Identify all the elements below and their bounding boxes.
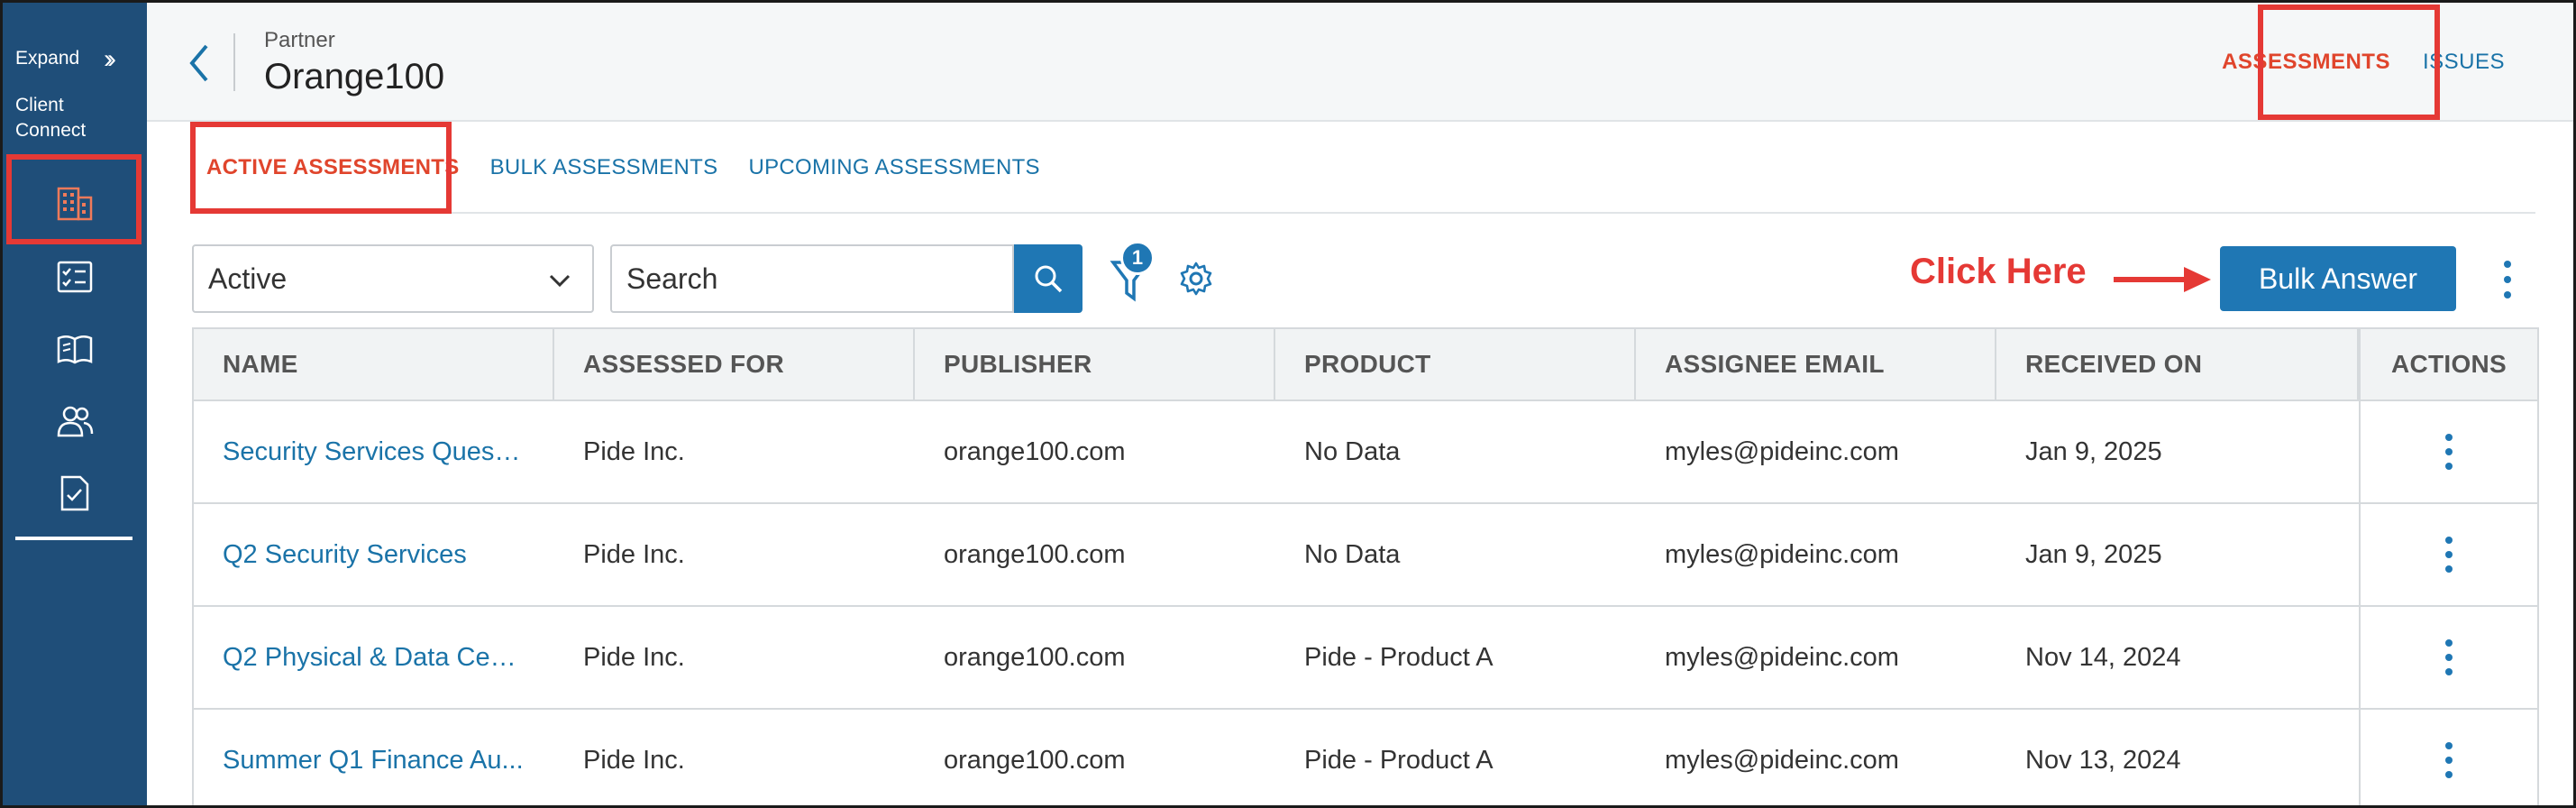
- sidebar-item-partners[interactable]: [3, 167, 147, 239]
- column-header-actions: ACTIONS: [2359, 329, 2537, 399]
- breadcrumb: Partner: [264, 28, 335, 52]
- chevron-down-icon: [549, 274, 571, 288]
- search-placeholder: Search: [626, 262, 718, 295]
- received-on-cell: Nov 14, 2024: [2025, 642, 2181, 672]
- click-here-annotation: Click Here: [1910, 252, 2087, 291]
- assessment-name-link[interactable]: Summer Q1 Finance Au...: [194, 710, 554, 805]
- assignee-email-cell: myles@pideinc.com: [1665, 642, 1899, 672]
- search-input[interactable]: Search: [610, 244, 1014, 313]
- table-header: NAME ASSESSED FOR PUBLISHER PRODUCT ASSI…: [194, 329, 2537, 401]
- sidebar-item-assessments[interactable]: [3, 241, 147, 313]
- assessments-table: NAME ASSESSED FOR PUBLISHER PRODUCT ASSI…: [192, 327, 2539, 805]
- column-header-name[interactable]: NAME: [194, 329, 554, 399]
- publisher-cell: orange100.com: [944, 642, 1126, 672]
- column-header-publisher[interactable]: PUBLISHER: [915, 329, 1275, 399]
- more-options-icon[interactable]: [2440, 432, 2458, 472]
- search-button[interactable]: [1014, 244, 1082, 313]
- assessed-for-cell: Pide Inc.: [583, 745, 685, 775]
- back-arrow-icon[interactable]: [185, 41, 212, 86]
- row-actions: [2359, 401, 2537, 502]
- filter-count-badge: 1: [1120, 241, 1155, 275]
- assessed-for-cell: Pide Inc.: [583, 642, 685, 672]
- more-options-icon[interactable]: [2494, 257, 2521, 302]
- publisher-cell: orange100.com: [944, 539, 1126, 569]
- sidebar: Expand ›› Client Connect: [3, 3, 147, 805]
- table-row: Summer Q1 Finance Au... Pide Inc. orange…: [194, 710, 2537, 805]
- active-assessments-highlight: [190, 122, 452, 214]
- product-cell: Pide - Product A: [1304, 642, 1494, 672]
- assessment-name-link[interactable]: Q2 Physical & Data Cen...: [194, 607, 554, 708]
- column-header-assignee-email[interactable]: ASSIGNEE EMAIL: [1636, 329, 1996, 399]
- publisher-cell: orange100.com: [944, 745, 1126, 775]
- bulk-answer-button[interactable]: Bulk Answer: [2220, 246, 2456, 311]
- arrow-right-icon: [2114, 267, 2211, 292]
- received-on-cell: Jan 9, 2025: [2025, 436, 2162, 466]
- building-icon: [57, 187, 93, 221]
- client-connect-label: Client Connect: [15, 95, 87, 141]
- product-cell: No Data: [1304, 436, 1401, 466]
- assessment-name-link[interactable]: Q2 Security Services: [194, 504, 554, 605]
- sidebar-divider: [15, 537, 132, 540]
- sidebar-item-library[interactable]: [3, 313, 147, 385]
- assessed-for-cell: Pide Inc.: [583, 539, 685, 569]
- assignee-email-cell: myles@pideinc.com: [1665, 436, 1899, 466]
- table-row: Security Services Questi... Pide Inc. or…: [194, 401, 2537, 504]
- gear-icon[interactable]: [1178, 261, 1214, 297]
- users-icon: [57, 406, 94, 437]
- row-actions: [2359, 710, 2537, 805]
- product-cell: Pide - Product A: [1304, 745, 1494, 775]
- checklist-icon: [57, 261, 93, 293]
- book-icon: [57, 335, 93, 364]
- status-select[interactable]: Active: [192, 244, 594, 313]
- header-divider: [233, 33, 235, 91]
- more-options-icon[interactable]: [2440, 535, 2458, 574]
- sidebar-item-tasks[interactable]: [3, 457, 147, 529]
- sub-tabs: ACTIVE ASSESSMENTS BULK ASSESSMENTS UPCO…: [192, 124, 2535, 214]
- column-header-assessed-for[interactable]: ASSESSED FOR: [554, 329, 915, 399]
- table-row: Q2 Security Services Pide Inc. orange100…: [194, 504, 2537, 607]
- row-actions: [2359, 504, 2537, 605]
- toolbar: Active Search 1 Click Here Bulk Answer: [192, 241, 2535, 313]
- app-window: Expand ›› Client Connect Partner Orange1…: [0, 0, 2576, 808]
- double-chevron-right-icon: ››: [104, 44, 116, 74]
- column-header-product[interactable]: PRODUCT: [1275, 329, 1636, 399]
- assignee-email-cell: myles@pideinc.com: [1665, 539, 1899, 569]
- received-on-cell: Jan 9, 2025: [2025, 539, 2162, 569]
- column-header-received-on[interactable]: RECEIVED ON: [1996, 329, 2359, 399]
- subtab-bulk-assessments[interactable]: BULK ASSESSMENTS: [490, 155, 718, 180]
- search-icon: [1035, 265, 1063, 293]
- table-row: Q2 Physical & Data Cen... Pide Inc. oran…: [194, 607, 2537, 710]
- assessed-for-cell: Pide Inc.: [583, 436, 685, 466]
- more-options-icon[interactable]: [2440, 740, 2458, 780]
- received-on-cell: Nov 13, 2024: [2025, 745, 2181, 775]
- assignee-email-cell: myles@pideinc.com: [1665, 745, 1899, 775]
- page-title: Orange100: [264, 57, 445, 96]
- page-header: Partner Orange100 ASSESSMENTS ISSUES: [147, 3, 2573, 122]
- sidebar-expand-button[interactable]: Expand ››: [15, 44, 116, 74]
- document-check-icon: [60, 475, 89, 511]
- row-actions: [2359, 607, 2537, 708]
- assessments-tab-highlight: [2258, 5, 2440, 120]
- status-select-value: Active: [208, 262, 288, 295]
- subtab-upcoming-assessments[interactable]: UPCOMING ASSESSMENTS: [748, 155, 1039, 180]
- more-options-icon[interactable]: [2440, 638, 2458, 677]
- expand-label: Expand: [15, 48, 80, 69]
- product-cell: No Data: [1304, 539, 1401, 569]
- assessment-name-link[interactable]: Security Services Questi...: [194, 401, 554, 502]
- publisher-cell: orange100.com: [944, 436, 1126, 466]
- sidebar-item-users[interactable]: [3, 385, 147, 457]
